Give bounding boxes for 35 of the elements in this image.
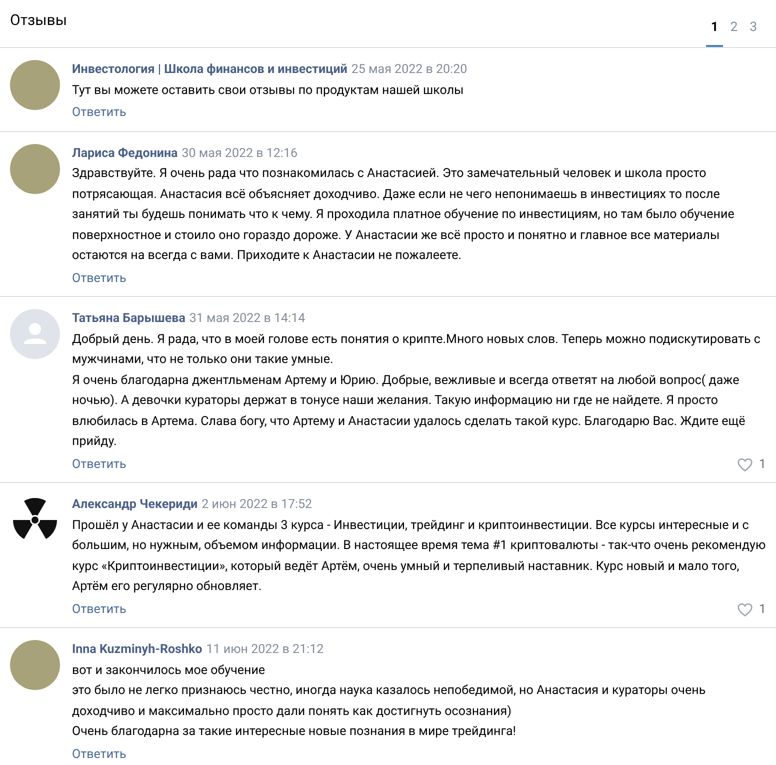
comment-text: Прошёл у Анастасии и ее команды 3 курса - Инвестиции, трейдинг и криптоинвестиции. Все курсы интересные и с большим, но нужным, объемом информации. В настоящее время тема #1 криптовалюты - так-что очень рекомендую курс «Криптоинвестиции», который ведёт Артём, очень умный и терпеливый наставник. Курс новый и мало того, Артём его регулярно обновляет. bbox=[72, 516, 766, 596]
page-tab[interactable]: 3 bbox=[744, 18, 762, 47]
comment-date: 30 мая 2022 в 12:16 bbox=[182, 144, 298, 162]
comment-text: Очень благодарна за такие интересные новые познания в мире трейдинга! bbox=[72, 723, 518, 741]
comment-date: 2 июн 2022 в 17:52 bbox=[202, 496, 312, 514]
page-tab[interactable]: 1 bbox=[706, 18, 724, 47]
page-tab[interactable]: 2 bbox=[725, 18, 743, 47]
comment-date: 31 мая 2022 в 14:14 bbox=[189, 310, 306, 328]
comment-text: Тут вы можете оставить свои отзывы по продуктам нашей школы bbox=[72, 82, 465, 100]
reply-link[interactable]: Ответить bbox=[72, 744, 126, 765]
reply-link[interactable]: Ответить bbox=[72, 103, 126, 124]
author-link[interactable]: Лариса Федонина bbox=[72, 144, 178, 164]
heart-icon bbox=[736, 602, 753, 617]
comment-text: Я очень благодарна джентльменам Артему и Юрию. Добрые, вежливые и всегда ответят на любой вопрос( даже ночью). А девочки кураторы держат в тонусе наши желания. Такую информацию ни где не найдете. Я просто влюбилась в Артема. Слава богу, что Артему и Анастасии удалось сделать такой курс. Благодарю Вас. Ждите ещё прийду. bbox=[72, 372, 746, 451]
author-link[interactable]: Inna Kuzminyh-Roshko bbox=[72, 640, 202, 660]
comment-text: Здравствуйте. Я очень рада что познакомилась с Анастасией. Это замечательный человек и школа просто потрясающая. Анастасия всё объясняет доходчиво. Даже если не чего непонимаешь в инвестициях то после занятий ты будешь понимать что к чему. Я проходила платное обучение по инвестициям, но там было обучение поверхностное и стоило оно гораздо дороже. У Анастасии же всё просто и понятно и главное все материалы остаются на всегда с вами. Приходите к Анастасии не пожалеете. bbox=[72, 165, 736, 265]
comment-date: 25 мая 2022 в 20:20 bbox=[351, 61, 468, 79]
comment-date: 11 июн 2022 в 21:12 bbox=[206, 641, 324, 659]
author-link[interactable]: Александр Чекериди bbox=[72, 495, 198, 516]
comment-text: это было не легко признаюсь честно, иногда наука казалось непобедимой, но Анастасия и кураторы очень доходчиво и максимально просто дали понять как достигнуть осознания) bbox=[72, 682, 707, 720]
user-silhouette-icon bbox=[10, 309, 60, 359]
reply-link[interactable]: Ответить bbox=[72, 600, 126, 620]
like-button[interactable]: 1 bbox=[736, 600, 766, 620]
avatar-photo-placeholder bbox=[10, 144, 60, 194]
reply-link[interactable]: Ответить bbox=[72, 454, 126, 475]
heart-icon bbox=[736, 458, 753, 472]
section-title: Отзывы bbox=[10, 10, 68, 30]
like-button[interactable]: 1 bbox=[736, 454, 766, 475]
comment-text: Добрый день. Я рада, что в моей голове есть понятия о крипте.Много новых слов. Теперь можно подискутировать с мужчинами, что не только они такие умные. bbox=[72, 330, 762, 369]
reply-link[interactable]: Ответить bbox=[72, 268, 126, 289]
avatar-photo-placeholder bbox=[10, 60, 60, 110]
avatar-photo-placeholder bbox=[10, 640, 60, 690]
author-link[interactable]: Инвестология | Школа финансов и инвестиций bbox=[72, 60, 348, 80]
author-link[interactable]: Татьяна Барышева bbox=[72, 309, 186, 330]
comment-text: вот и закончилось мое обучение bbox=[72, 662, 266, 680]
